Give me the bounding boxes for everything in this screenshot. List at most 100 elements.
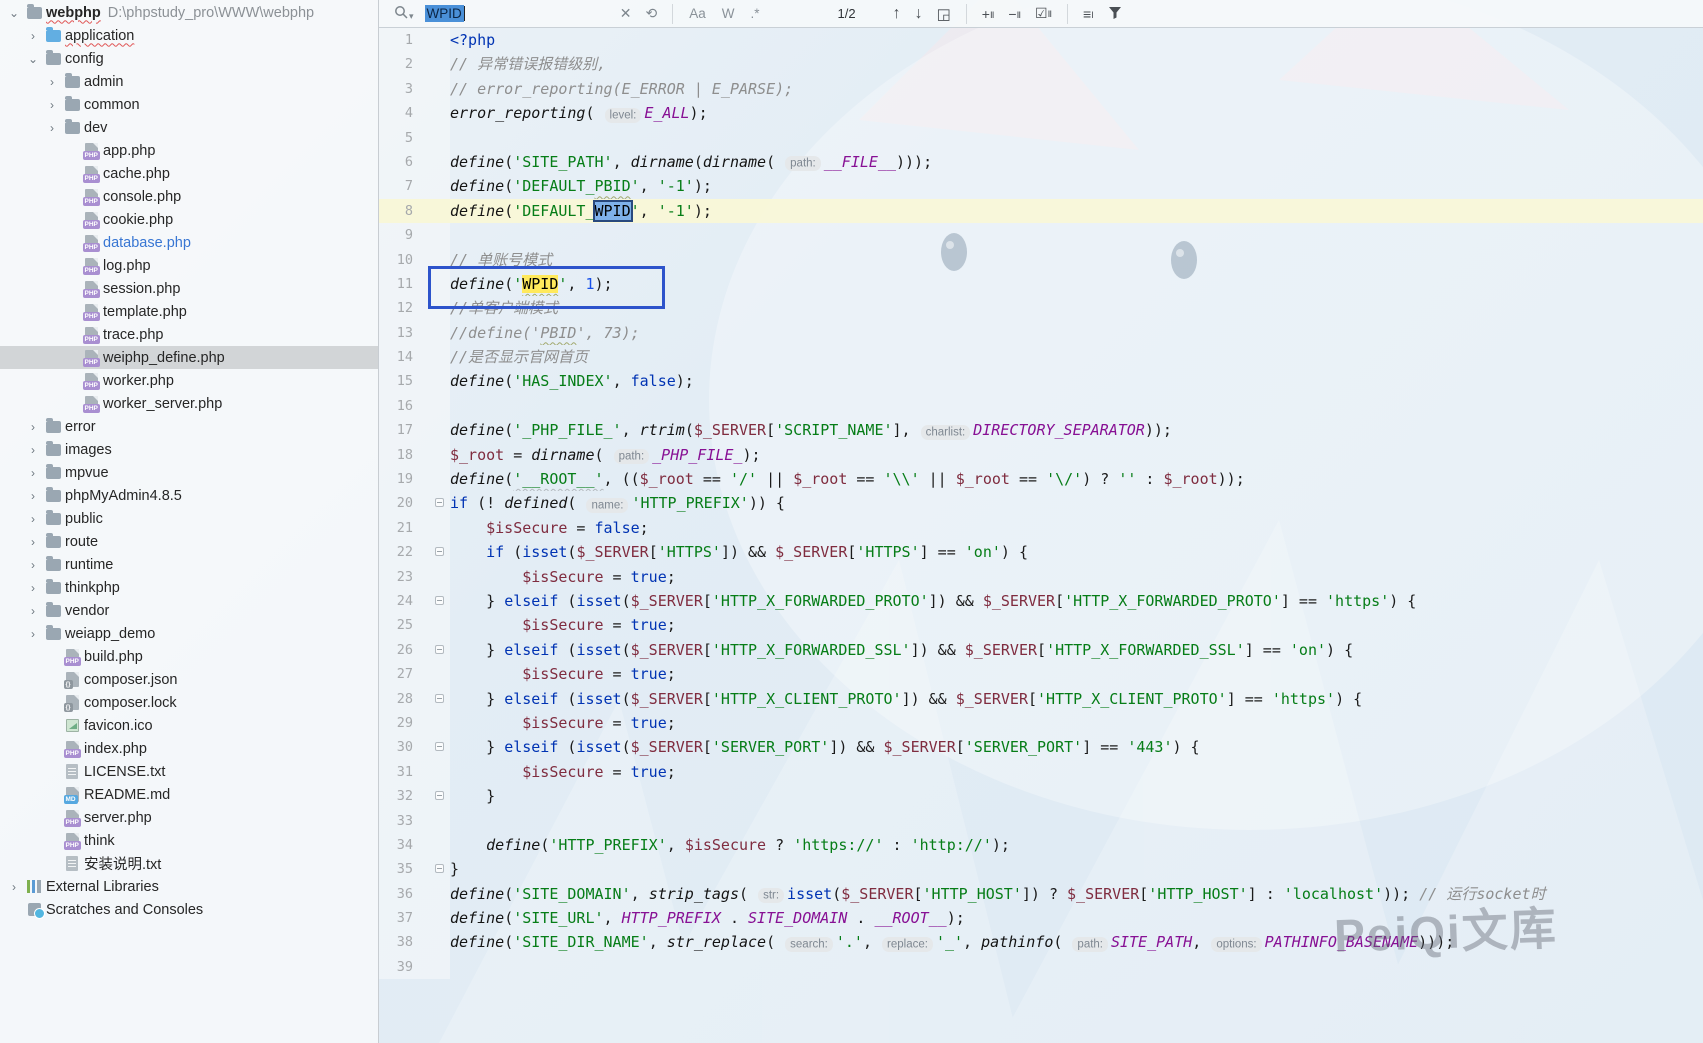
next-occurrence-button[interactable]: ↓ — [908, 5, 930, 23]
code-line-29[interactable]: 29 $isSecure = true; — [379, 711, 1703, 735]
tree-item-trace-php[interactable]: PHPtrace.php — [0, 323, 378, 346]
code-line-24[interactable]: 24 } elseif (isset($_SERVER['HTTP_X_FORW… — [379, 589, 1703, 613]
tree-item-composer-lock[interactable]: {}composer.lock — [0, 691, 378, 714]
code-line-22[interactable]: 22 if (isset($_SERVER['HTTPS']) && $_SER… — [379, 540, 1703, 564]
chevron-right-icon[interactable]: › — [23, 443, 43, 457]
tree-item-think[interactable]: PHPthink — [0, 829, 378, 852]
code-line-13[interactable]: 13//define('PBID', 73); — [379, 321, 1703, 345]
tree-item-phpmyadmin4-8-5[interactable]: ›phpMyAdmin4.8.5 — [0, 484, 378, 507]
search-input[interactable]: WPID — [425, 5, 464, 22]
tree-item-app-php[interactable]: PHPapp.php — [0, 139, 378, 162]
tree-item-build-php[interactable]: PHPbuild.php — [0, 645, 378, 668]
tree-item-template-php[interactable]: PHPtemplate.php — [0, 300, 378, 323]
code-line-14[interactable]: 14//是否显示官网首页 — [379, 345, 1703, 369]
chevron-right-icon[interactable]: › — [23, 535, 43, 549]
code-line-6[interactable]: 6define('SITE_PATH', dirname(dirname( pa… — [379, 150, 1703, 174]
remove-occurrence-button[interactable]: −Ⅱ — [1001, 6, 1028, 22]
tree-item-common[interactable]: ›common — [0, 93, 378, 116]
tree-item-images[interactable]: ›images — [0, 438, 378, 461]
chevron-right-icon[interactable]: › — [23, 512, 43, 526]
select-all-occurrences-button[interactable]: ☑Ⅱ — [1028, 5, 1059, 22]
tree-item-composer-json[interactable]: {}composer.json — [0, 668, 378, 691]
search-history-icon[interactable]: ⟲ — [639, 5, 665, 22]
tree-item-thinkphp[interactable]: ›thinkphp — [0, 576, 378, 599]
tree-item-worker-php[interactable]: PHPworker.php — [0, 369, 378, 392]
fold-marker-icon[interactable] — [435, 694, 444, 703]
code-line-16[interactable]: 16 — [379, 394, 1703, 418]
tree-item-application[interactable]: ›application — [0, 24, 378, 47]
code-line-20[interactable]: 20if (! defined( name:'HTTP_PREFIX')) { — [379, 491, 1703, 515]
code-line-36[interactable]: 36define('SITE_DOMAIN', strip_tags( str:… — [379, 882, 1703, 906]
code-line-23[interactable]: 23 $isSecure = true; — [379, 565, 1703, 589]
code-line-18[interactable]: 18$_root = dirname( path:_PHP_FILE_); — [379, 443, 1703, 467]
code-line-39[interactable]: 39 — [379, 955, 1703, 979]
chevron-right-icon[interactable]: › — [42, 98, 62, 112]
code-line-37[interactable]: 37define('SITE_URL', HTTP_PREFIX . SITE_… — [379, 906, 1703, 930]
code-line-32[interactable]: 32 } — [379, 784, 1703, 808]
chevron-right-icon[interactable]: › — [23, 29, 43, 43]
fold-marker-icon[interactable] — [435, 791, 444, 800]
tree-item-cache-php[interactable]: PHPcache.php — [0, 162, 378, 185]
code-line-27[interactable]: 27 $isSecure = true; — [379, 662, 1703, 686]
chevron-right-icon[interactable]: › — [42, 75, 62, 89]
code-line-25[interactable]: 25 $isSecure = true; — [379, 613, 1703, 637]
code-line-9[interactable]: 9 — [379, 223, 1703, 247]
chevron-right-icon[interactable]: › — [23, 420, 43, 434]
tree-item-vendor[interactable]: ›vendor — [0, 599, 378, 622]
code-line-5[interactable]: 5 — [379, 126, 1703, 150]
code-line-35[interactable]: 35} — [379, 857, 1703, 881]
chevron-down-icon[interactable]: ⌄ — [23, 52, 43, 66]
previous-occurrence-button[interactable]: ↑ — [886, 5, 908, 23]
search-dropdown-caret[interactable]: ▾ — [409, 11, 414, 21]
code-line-21[interactable]: 21 $isSecure = false; — [379, 516, 1703, 540]
tree-item-console-php[interactable]: PHPconsole.php — [0, 185, 378, 208]
code-line-1[interactable]: 1<?php — [379, 28, 1703, 52]
tree-item-cookie-php[interactable]: PHPcookie.php — [0, 208, 378, 231]
code-line-15[interactable]: 15define('HAS_INDEX', false); — [379, 369, 1703, 393]
clear-search-icon[interactable]: ✕ — [613, 5, 639, 22]
code-line-10[interactable]: 10// 单账号模式 — [379, 248, 1703, 272]
fold-marker-icon[interactable] — [435, 596, 444, 605]
tree-item-readme-md[interactable]: MDREADME.md — [0, 783, 378, 806]
tree-item-log-php[interactable]: PHPlog.php — [0, 254, 378, 277]
code-line-33[interactable]: 33 — [379, 809, 1703, 833]
fold-marker-icon[interactable] — [435, 547, 444, 556]
whole-words-toggle[interactable]: W — [714, 6, 743, 21]
tree-item-scratches-and-consoles[interactable]: Scratches and Consoles — [0, 898, 378, 921]
tree-item-error[interactable]: ›error — [0, 415, 378, 438]
chevron-right-icon[interactable]: › — [4, 880, 24, 894]
chevron-right-icon[interactable]: › — [23, 558, 43, 572]
tree-item-public[interactable]: ›public — [0, 507, 378, 530]
code-line-11[interactable]: 11define('WPID', 1); — [379, 272, 1703, 296]
tree-item-database-php[interactable]: PHPdatabase.php — [0, 231, 378, 254]
tree-item-runtime[interactable]: ›runtime — [0, 553, 378, 576]
open-in-find-window-button[interactable]: ◲ — [930, 5, 958, 23]
tree-item-server-php[interactable]: PHPserver.php — [0, 806, 378, 829]
code-line-2[interactable]: 2// 异常错误报错级别, — [379, 52, 1703, 76]
match-case-toggle[interactable]: Aa — [681, 6, 714, 21]
code-line-3[interactable]: 3// error_reporting(E_ERROR | E_PARSE); — [379, 77, 1703, 101]
multiline-search-toggle[interactable]: ≡I — [1076, 6, 1101, 22]
tree-item-index-php[interactable]: PHPindex.php — [0, 737, 378, 760]
code-line-31[interactable]: 31 $isSecure = true; — [379, 760, 1703, 784]
chevron-right-icon[interactable]: › — [23, 604, 43, 618]
tree-item-webphp[interactable]: ⌄webphpD:\phpstudy_pro\WWW\webphp — [0, 1, 378, 24]
filter-icon[interactable] — [1101, 6, 1129, 22]
chevron-right-icon[interactable]: › — [42, 121, 62, 135]
add-occurrence-button[interactable]: +Ⅱ — [975, 6, 1002, 22]
code-line-30[interactable]: 30 } elseif (isset($_SERVER['SERVER_PORT… — [379, 735, 1703, 759]
code-line-34[interactable]: 34 define('HTTP_PREFIX', $isSecure ? 'ht… — [379, 833, 1703, 857]
code-line-7[interactable]: 7define('DEFAULT_PBID', '-1'); — [379, 174, 1703, 198]
code-line-4[interactable]: 4error_reporting( level:E_ALL); — [379, 101, 1703, 125]
code-line-38[interactable]: 38define('SITE_DIR_NAME', str_replace( s… — [379, 930, 1703, 954]
tree-item-config[interactable]: ⌄config — [0, 47, 378, 70]
code-line-17[interactable]: 17define('_PHP_FILE_', rtrim($_SERVER['S… — [379, 418, 1703, 442]
code-line-19[interactable]: 19define('__ROOT__', (($_root == '/' || … — [379, 467, 1703, 491]
code-line-12[interactable]: 12//单客户端模式 — [379, 296, 1703, 320]
tree-item-admin[interactable]: ›admin — [0, 70, 378, 93]
tree-item-favicon-ico[interactable]: favicon.ico — [0, 714, 378, 737]
chevron-right-icon[interactable]: › — [23, 627, 43, 641]
tree-item-license-txt[interactable]: LICENSE.txt — [0, 760, 378, 783]
tree-item-session-php[interactable]: PHPsession.php — [0, 277, 378, 300]
chevron-right-icon[interactable]: › — [23, 489, 43, 503]
